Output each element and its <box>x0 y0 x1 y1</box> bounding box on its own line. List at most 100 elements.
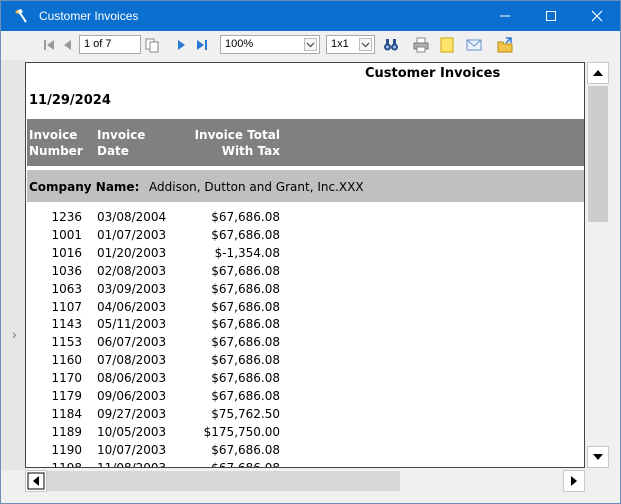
scroll-right-button[interactable] <box>563 470 585 492</box>
title-bar: Customer Invoices <box>1 1 620 31</box>
window-title: Customer Invoices <box>39 9 139 23</box>
invoice-date-cell: 10/05/2003 <box>97 424 167 439</box>
layout-value: 1x1 <box>331 38 349 50</box>
layout-dropdown-arrow[interactable] <box>359 38 372 51</box>
export-icon[interactable] <box>497 37 513 53</box>
layout-select[interactable]: 1x1 <box>326 35 375 54</box>
header-invoice-number-line1: Invoice <box>29 128 78 142</box>
invoice-number-cell: 1001 <box>51 227 82 242</box>
invoice-total-cell: $67,686.08 <box>211 317 280 332</box>
close-button[interactable] <box>574 1 620 31</box>
invoice-number-cell: 1016 <box>51 245 82 260</box>
invoice-date-cell: 04/06/2003 <box>97 299 167 314</box>
invoice-date-cell: 09/06/2003 <box>97 389 167 403</box>
invoice-row: 1063 03/09/2003 $67,686.08 <box>27 280 584 298</box>
email-icon[interactable] <box>466 37 482 53</box>
expand-panel-icon[interactable]: › <box>12 326 17 342</box>
invoice-row: 1170 08/06/2003 $67,686.08 <box>27 369 584 387</box>
invoice-date-cell: 05/11/2003 <box>97 317 167 332</box>
invoice-total-cell: $67,686.08 <box>211 460 280 468</box>
invoice-number-cell: 1190 <box>51 442 82 457</box>
arrow-down-icon <box>593 454 603 460</box>
first-page-icon[interactable] <box>41 37 57 53</box>
invoice-number-cell: 1107 <box>51 299 82 314</box>
prev-page-icon[interactable] <box>60 37 76 53</box>
report-viewer-window: Customer Invoices 1 of 7 100% 1x1 › Cust… <box>0 0 621 504</box>
header-invoice-number-line2: Number <box>29 144 83 158</box>
invoice-total-cell: $67,686.08 <box>211 371 280 386</box>
invoice-row: 1001 01/07/2003 $67,686.08 <box>27 226 584 244</box>
invoice-total-cell: $-1,354.08 <box>214 245 280 260</box>
invoice-total-cell: $67,686.08 <box>211 335 280 350</box>
page-number-input[interactable]: 1 of 7 <box>79 35 141 54</box>
minimize-button[interactable] <box>482 1 528 31</box>
scroll-up-button[interactable] <box>587 62 609 84</box>
report-title: Customer Invoices <box>365 66 501 81</box>
arrow-right-icon <box>571 476 577 486</box>
vertical-scroll-thumb[interactable] <box>588 86 608 222</box>
note-icon[interactable] <box>439 37 455 53</box>
vertical-scrollbar[interactable] <box>586 62 610 468</box>
invoice-date-cell: 01/07/2003 <box>97 227 167 242</box>
invoice-number-cell: 1036 <box>51 263 82 278</box>
minimize-icon <box>500 15 510 17</box>
scroll-down-button[interactable] <box>587 446 609 468</box>
invoice-number-cell: 1143 <box>51 317 82 332</box>
zoom-value: 100% <box>225 38 254 50</box>
header-invoice-total-line2: With Tax <box>221 144 280 158</box>
binoculars-icon[interactable] <box>383 37 399 53</box>
invoice-date-cell: 08/06/2003 <box>97 371 167 386</box>
invoice-row: 1160 07/08/2003 $67,686.08 <box>27 351 584 369</box>
invoice-number-cell: 1170 <box>51 371 82 386</box>
chevron-down-icon <box>306 42 315 48</box>
invoice-number-cell: 1184 <box>51 406 82 421</box>
column-header-band: Invoice Number Invoice Date Invoice Tota… <box>27 119 584 166</box>
invoice-row: 1107 04/06/2003 $67,686.08 <box>27 298 584 316</box>
invoice-date-cell: 10/07/2003 <box>97 442 167 457</box>
invoice-total-cell: $67,686.08 <box>211 353 280 368</box>
print-icon[interactable] <box>413 37 429 53</box>
maximize-icon <box>546 11 556 21</box>
toolbar: 1 of 7 100% 1x1 <box>1 31 620 60</box>
arrow-left-icon <box>27 472 45 490</box>
invoice-total-cell: $75,762.50 <box>211 406 280 421</box>
invoice-date-cell: 03/08/2004 <box>97 210 167 224</box>
copy-icon[interactable] <box>144 37 160 53</box>
invoice-row: 1189 10/05/2003 $175,750.00 <box>27 423 584 441</box>
invoice-number-cell: 1236 <box>51 210 82 224</box>
invoice-date-cell: 02/08/2003 <box>97 263 167 278</box>
chevron-down-icon <box>361 42 370 48</box>
invoice-total-cell: $67,686.08 <box>211 299 280 314</box>
invoice-date-cell: 03/09/2003 <box>97 281 167 296</box>
invoice-row: 1153 06/07/2003 $67,686.08 <box>27 333 584 351</box>
invoice-total-cell: $175,750.00 <box>203 424 280 439</box>
invoice-number-cell: 1179 <box>51 389 82 403</box>
company-name: Addison, Dutton and Grant, Inc.XXX <box>149 180 364 194</box>
invoice-total-cell: $67,686.08 <box>211 210 280 224</box>
zoom-dropdown-arrow[interactable] <box>304 38 317 51</box>
invoice-total-cell: $67,686.08 <box>211 263 280 278</box>
close-icon <box>591 10 603 22</box>
invoice-row: 1236 03/08/2004 $67,686.08 <box>27 208 584 226</box>
scroll-left-button[interactable] <box>25 470 47 492</box>
invoice-number-cell: 1160 <box>51 353 82 368</box>
invoice-date-cell: 07/08/2003 <box>97 353 167 368</box>
invoice-total-cell: $67,686.08 <box>211 442 280 457</box>
invoice-date-cell: 11/08/2003 <box>97 460 167 468</box>
invoice-total-cell: $67,686.08 <box>211 389 280 403</box>
last-page-icon[interactable] <box>194 37 210 53</box>
report-page: Customer Invoices 11/29/2024 Invoice Num… <box>25 62 585 468</box>
page-number-value: 1 of 7 <box>84 38 112 50</box>
arrow-up-icon <box>593 70 603 76</box>
horizontal-scroll-thumb[interactable] <box>47 471 400 491</box>
invoice-row: 1179 09/06/2003 $67,686.08 <box>27 387 584 405</box>
horizontal-scrollbar[interactable] <box>25 469 586 493</box>
invoice-number-cell: 1198 <box>51 460 82 468</box>
maximize-button[interactable] <box>528 1 574 31</box>
invoice-row: 1016 01/20/2003 $-1,354.08 <box>27 244 584 262</box>
invoice-date-cell: 01/20/2003 <box>97 245 167 260</box>
report-date: 11/29/2024 <box>29 93 111 108</box>
zoom-select[interactable]: 100% <box>220 35 320 54</box>
app-icon <box>15 9 27 23</box>
next-page-icon[interactable] <box>173 37 189 53</box>
